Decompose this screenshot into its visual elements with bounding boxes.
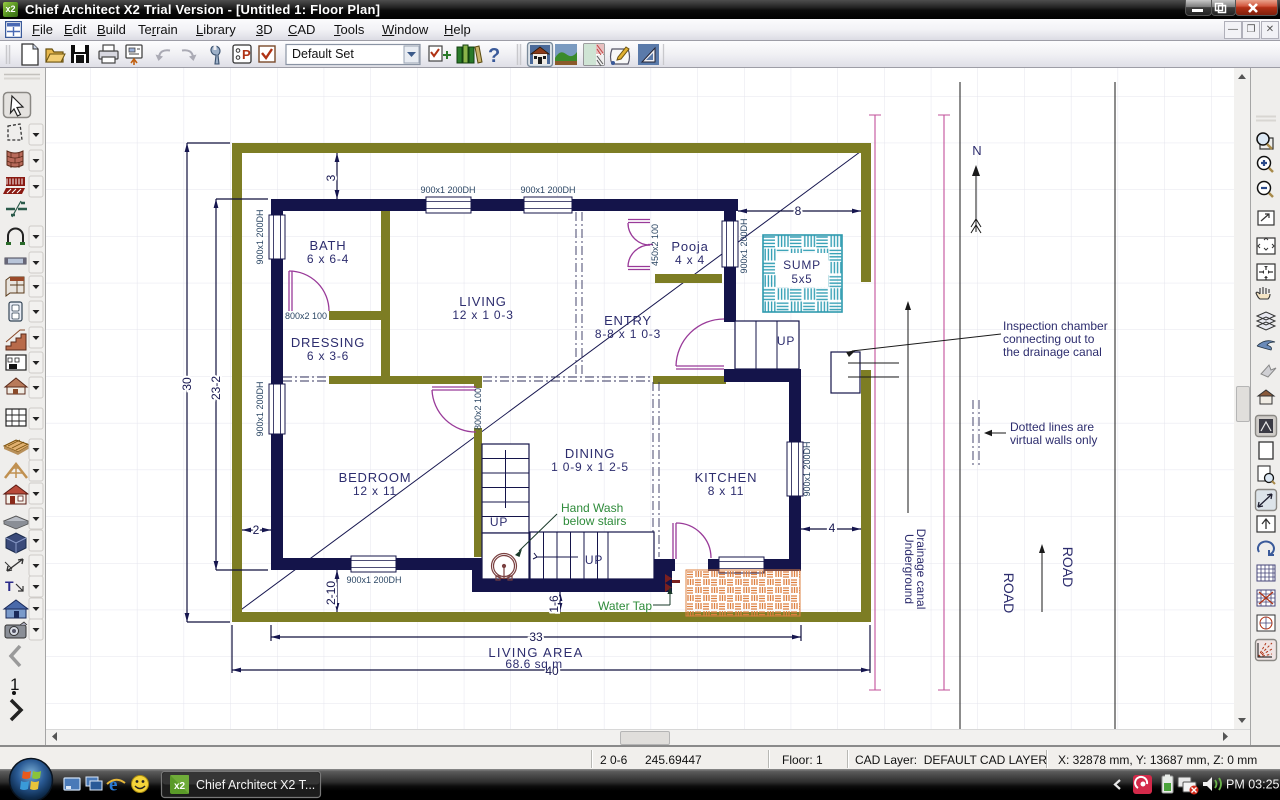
svg-text:connecting out to: connecting out to: [1003, 332, 1095, 346]
svg-text:4 x 4: 4 x 4: [675, 253, 705, 267]
svg-text:SUMP: SUMP: [783, 258, 821, 272]
svg-text:12 x 1 0-3: 12 x 1 0-3: [452, 308, 513, 322]
svg-text:68.6 sq m: 68.6 sq m: [505, 657, 562, 671]
svg-text:2: 2: [253, 523, 260, 537]
svg-text:?: ?: [488, 45, 500, 67]
svg-text:Underground: Underground: [902, 534, 916, 604]
svg-text:5x5: 5x5: [792, 274, 813, 286]
svg-text:3: 3: [324, 174, 338, 181]
svg-text:Dotted lines are: Dotted lines are: [1010, 420, 1094, 434]
svg-text:e: e: [109, 775, 117, 796]
svg-text:UP: UP: [490, 515, 508, 529]
svg-text:Drainage canal: Drainage canal: [914, 529, 928, 610]
svg-text:x2: x2: [174, 781, 186, 792]
svg-text:UP: UP: [585, 553, 603, 567]
svg-text:DINING: DINING: [565, 446, 615, 461]
svg-text:P: P: [242, 47, 251, 62]
svg-text:30: 30: [180, 377, 194, 391]
svg-text:ENTRY: ENTRY: [604, 313, 652, 328]
svg-text:4: 4: [829, 521, 836, 535]
svg-text:virtual walls only: virtual walls only: [1010, 433, 1097, 447]
svg-text:BATH: BATH: [310, 238, 347, 253]
svg-text:900x1 200DH: 900x1 200DH: [520, 185, 575, 195]
svg-text:Chief Architect X2 T...: Chief Architect X2 T...: [196, 778, 315, 792]
svg-text:33: 33: [529, 630, 543, 644]
svg-text:1-6: 1-6: [547, 595, 561, 613]
svg-text:2-10: 2-10: [324, 581, 338, 605]
svg-text:N: N: [972, 143, 981, 158]
svg-text:1 0-9 x 1 2-5: 1 0-9 x 1 2-5: [551, 460, 629, 474]
svg-text:ROAD: ROAD: [1001, 573, 1017, 613]
svg-text:ROAD: ROAD: [1060, 547, 1076, 587]
svg-text:KITCHEN: KITCHEN: [695, 470, 758, 485]
svg-text:BEDROOM: BEDROOM: [339, 470, 412, 485]
svg-text:DRESSING: DRESSING: [291, 335, 365, 350]
svg-text:PM 03:25: PM 03:25: [1226, 778, 1280, 792]
svg-text:900x1 200DH: 900x1 200DH: [739, 218, 749, 273]
svg-text:Default Set: Default Set: [292, 47, 354, 61]
svg-text:below stairs: below stairs: [563, 514, 626, 528]
svg-text:Pooja: Pooja: [671, 239, 708, 254]
svg-text:450x2 100: 450x2 100: [650, 224, 660, 266]
svg-text:6 x 3-6: 6 x 3-6: [307, 349, 349, 363]
svg-text:23-2: 23-2: [209, 376, 223, 400]
svg-text:Hand Wash: Hand Wash: [561, 501, 623, 515]
svg-text:900x1 200DH: 900x1 200DH: [802, 441, 812, 496]
svg-text:900x1 200DH: 900x1 200DH: [420, 185, 475, 195]
svg-text:LIVING: LIVING: [459, 294, 506, 309]
svg-text:8-8 x 1 0-3: 8-8 x 1 0-3: [595, 327, 661, 341]
svg-text:900x1 200DH: 900x1 200DH: [255, 209, 265, 264]
svg-text:Inspection chamber: Inspection chamber: [1003, 319, 1108, 333]
svg-text:8: 8: [795, 204, 802, 218]
svg-text:6 x 6-4: 6 x 6-4: [307, 252, 349, 266]
svg-text:900x1 200DH: 900x1 200DH: [255, 381, 265, 436]
svg-text:12 x 11: 12 x 11: [353, 484, 397, 498]
svg-text:800x2 100: 800x2 100: [285, 311, 327, 321]
svg-text:T: T: [5, 578, 14, 594]
svg-text:the drainage canal: the drainage canal: [1003, 345, 1102, 359]
svg-text:Water Tap: Water Tap: [598, 599, 652, 613]
svg-text:900x1 200DH: 900x1 200DH: [346, 575, 401, 585]
svg-text:8 x 11: 8 x 11: [708, 484, 745, 498]
svg-text:UP: UP: [777, 334, 795, 348]
svg-text:800x2 100: 800x2 100: [473, 388, 483, 430]
